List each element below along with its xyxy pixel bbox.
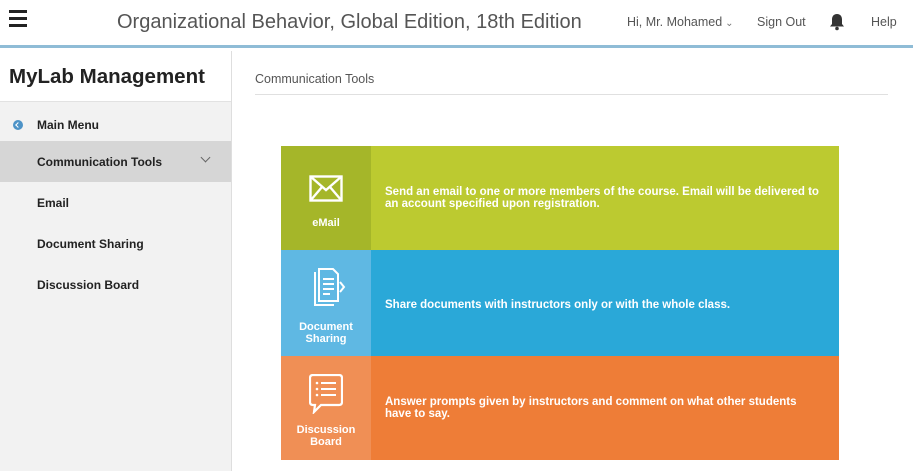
discussion-icon [309,374,343,414]
sidebar-item-communication-tools[interactable]: Communication Tools [0,141,231,182]
email-tile-text-area: Send an email to one or more members of … [371,146,839,250]
chevron-down-icon [200,152,211,163]
sidebar: MyLab Management Main Menu Communication… [0,51,232,471]
sidebar-item-document-sharing[interactable]: Document Sharing [0,223,231,264]
user-menu-button[interactable]: Hi, Mr. Mohamed ⌄ [627,15,734,29]
document-sharing-tile-description: Share documents with instructors only or… [385,299,731,311]
document-sharing-tile-text-area: Share documents with instructors only or… [371,250,839,356]
course-title: Organizational Behavior, Global Edition,… [117,11,582,33]
email-tile-description: Send an email to one or more members of … [385,186,819,210]
documents-icon [314,268,346,306]
greeting-label: Hi, Mr. Mohamed [627,15,723,29]
hamburger-menu-icon[interactable] [9,10,27,30]
sign-out-link[interactable]: Sign Out [757,15,806,29]
discussion-board-label-line1: Discussion [296,424,356,436]
top-header: Organizational Behavior, Global Edition,… [0,0,913,48]
envelope-icon [309,175,343,202]
document-sharing-tile-icon-area: Document Sharing [281,250,371,356]
breadcrumb: Communication Tools [255,72,375,86]
document-sharing-tile-label: Document Sharing [281,321,371,345]
email-tile[interactable]: eMail Send an email to one or more membe… [281,146,839,250]
discussion-board-tile-label: Discussion Board [281,424,371,448]
document-sharing-label-line1: Document [299,321,353,333]
main-menu-label: Main Menu [37,118,99,132]
discussion-board-tile-text-area: Answer prompts given by instructors and … [371,356,839,460]
bell-icon[interactable] [829,13,845,31]
sidebar-item-label: Discussion Board [37,277,140,292]
sidebar-item-label: Document Sharing [37,236,144,251]
document-sharing-label-line2: Sharing [305,333,347,345]
main-menu-link[interactable]: Main Menu [0,102,231,137]
divider [255,94,888,95]
discussion-board-label-line2: Board [310,436,342,448]
email-tile-icon-area: eMail [281,146,371,250]
sidebar-item-email[interactable]: Email [0,182,231,223]
sidebar-item-label: Communication Tools [37,154,163,169]
document-sharing-tile[interactable]: Document Sharing Share documents with in… [281,250,839,356]
brand-title: MyLab Management [0,51,231,102]
discussion-board-tile-icon-area: Discussion Board [281,356,371,460]
discussion-board-tile-description: Answer prompts given by instructors and … [385,396,797,420]
chevron-down-icon: ⌄ [725,18,734,29]
back-arrow-icon [13,120,23,130]
discussion-board-tile[interactable]: Discussion Board Answer prompts given by… [281,356,839,460]
email-tile-label: eMail [312,217,340,229]
help-link[interactable]: Help [871,15,897,29]
sidebar-item-label: Email [37,195,70,210]
sidebar-item-discussion-board[interactable]: Discussion Board [0,264,231,305]
